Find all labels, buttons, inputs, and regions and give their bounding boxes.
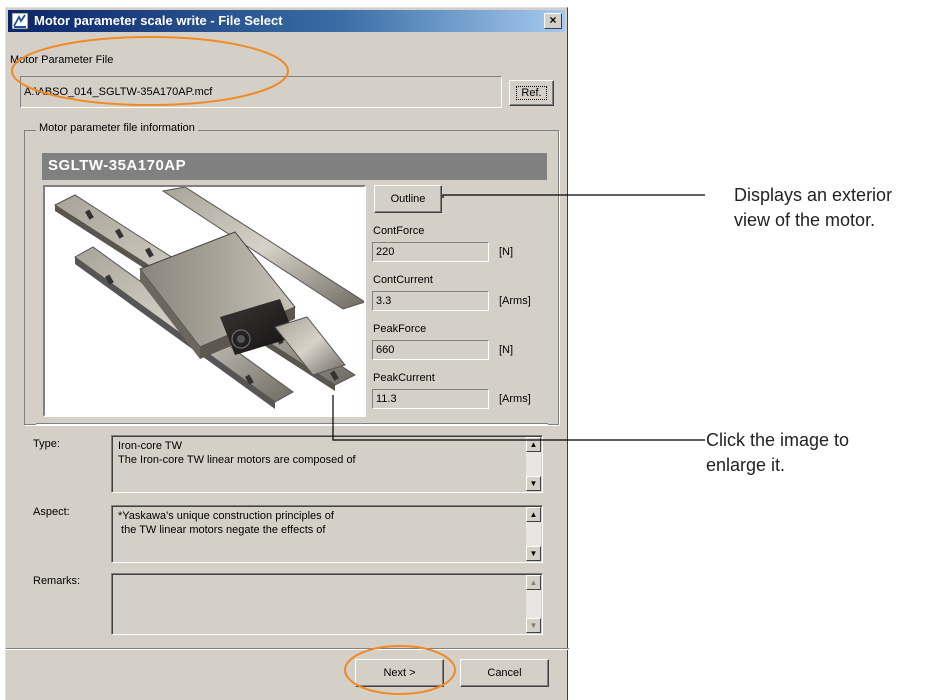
title-bar[interactable]: Motor parameter scale write - File Selec… (8, 10, 565, 32)
model-name: SGLTW-35A170AP (48, 157, 187, 174)
peak-force-label: PeakForce (373, 323, 427, 335)
aspect-label: Aspect: (33, 506, 70, 518)
aspect-textarea[interactable]: *Yaskawa's unique construction principle… (111, 505, 543, 563)
motor-parameter-file-path[interactable]: A:\ABSO_014_SGLTW-35A170AP.mcf (20, 76, 502, 108)
remarks-scroll-down-button: ▼ (526, 618, 541, 633)
aspect-text: *Yaskawa's unique construction principle… (118, 509, 334, 537)
outline-annotation-line-2: view of the motor. (734, 210, 876, 230)
outline-annotation-line-1: Displays an exterior (734, 185, 893, 205)
remarks-scroll-track (526, 590, 541, 618)
motor-parameter-file-label: Motor Parameter File (10, 54, 114, 66)
aspect-line-2: the TW linear motors negate the effects … (118, 524, 326, 536)
type-scroll-up-button[interactable]: ▲ (526, 437, 541, 452)
type-scroll-down-button[interactable]: ▼ (526, 476, 541, 491)
image-annotation: Click the image to enlarge it. (706, 428, 849, 478)
remarks-textarea[interactable]: ▲ ▼ (111, 573, 543, 635)
peak-current-label: PeakCurrent (373, 372, 435, 384)
details-separator (36, 423, 548, 425)
window-title: Motor parameter scale write - File Selec… (34, 13, 283, 28)
cont-force-unit: [N] (499, 246, 514, 258)
ref-button-label: Ref. (516, 86, 547, 100)
peak-force-value: 660 (372, 340, 489, 360)
cont-force-label: ContForce (373, 225, 425, 237)
aspect-scroll-up-button[interactable]: ▲ (526, 507, 541, 522)
image-annotation-line-1: Click the image to (706, 430, 850, 450)
ref-button[interactable]: Ref. (509, 80, 554, 106)
peak-current-unit: [Arms] (499, 393, 531, 405)
cont-current-unit: [Arms] (499, 295, 531, 307)
outline-button[interactable]: Outline (374, 185, 442, 213)
linear-motor-photo-icon (53, 186, 367, 409)
aspect-scroll-down-button[interactable]: ▼ (526, 546, 541, 561)
type-textarea[interactable]: Iron-core TW The Iron-core TW linear mot… (111, 435, 543, 493)
cancel-button[interactable]: Cancel (460, 659, 549, 687)
type-line-2: The Iron-core TW linear motors are compo… (118, 454, 356, 466)
image-annotation-line-2: enlarge it. (706, 455, 786, 475)
type-scroll-track[interactable] (526, 452, 541, 476)
app-icon (11, 12, 29, 30)
next-button[interactable]: Next > (355, 659, 444, 687)
outline-annotation: Displays an exterior view of the motor. (734, 183, 892, 233)
remarks-scroll-up-button: ▲ (526, 575, 541, 590)
aspect-scroll-track[interactable] (526, 522, 541, 546)
aspect-line-1: *Yaskawa's unique construction principle… (118, 510, 334, 522)
motor-info-group-title: Motor parameter file information (36, 122, 198, 134)
type-text: Iron-core TW The Iron-core TW linear mot… (118, 439, 356, 467)
close-icon: × (549, 13, 557, 27)
cont-force-value: 220 (372, 242, 489, 262)
remarks-label: Remarks: (33, 575, 81, 587)
footer-separator (6, 648, 569, 650)
cont-current-value: 3.3 (372, 291, 489, 311)
type-line-1: Iron-core TW (118, 440, 182, 452)
file-select-dialog: Motor parameter scale write - File Selec… (5, 7, 569, 700)
peak-current-value: 11.3 (372, 389, 489, 409)
motor-image[interactable] (43, 185, 367, 417)
model-header: SGLTW-35A170AP (42, 153, 547, 180)
cont-current-label: ContCurrent (373, 274, 433, 286)
close-button[interactable]: × (544, 13, 562, 29)
peak-force-unit: [N] (499, 344, 514, 356)
type-label: Type: (33, 438, 60, 450)
